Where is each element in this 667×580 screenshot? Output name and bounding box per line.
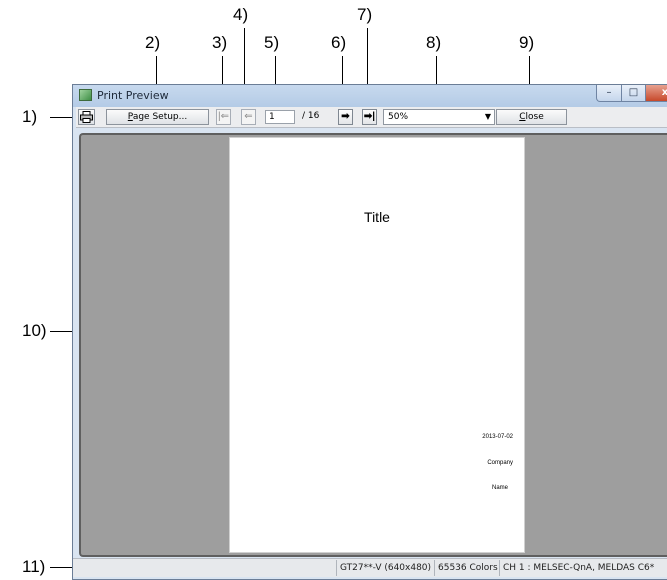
page-name: Name <box>491 485 508 491</box>
callout-label: 6) <box>331 33 347 52</box>
chevron-down-icon: ▼ <box>484 112 491 121</box>
preview-page: Title 2013-07-02 Company Name <box>229 137 525 553</box>
page-setup-button[interactable]: Page Setup... <box>106 109 209 125</box>
maximize-button[interactable]: □ <box>621 85 646 102</box>
page-number-input[interactable]: 1 <box>265 110 295 124</box>
title-bar[interactable]: Print Preview – □ x <box>73 85 667 107</box>
callout-label: 1) <box>22 107 38 126</box>
status-bar: GT27**-V (640x480) 65536 Colors CH 1 : M… <box>73 558 667 577</box>
zoom-value: 50% <box>388 112 409 122</box>
preview-area[interactable]: Title 2013-07-02 Company Name <box>79 133 667 557</box>
status-model: GT27**-V (640x480) <box>336 560 431 576</box>
callout-label: 3) <box>212 33 228 52</box>
callout-label: 5) <box>264 33 280 52</box>
zoom-select[interactable]: 50% ▼ <box>383 109 495 125</box>
first-page-button[interactable]: |⇐ <box>216 109 231 125</box>
toolbar: Page Setup... |⇐ ⇐ 1 / 16 ➡ ➡| 50% ▼ Clo… <box>76 107 667 128</box>
status-channel: CH 1 : MELSEC-QnA, MELDAS C6* <box>499 560 654 576</box>
page-company: Company <box>487 460 513 466</box>
callout-label: 9) <box>519 33 535 52</box>
last-page-icon: ➡| <box>363 111 376 122</box>
page-date: 2013-07-02 <box>482 434 513 440</box>
next-page-button[interactable]: ➡ <box>338 109 353 125</box>
previous-page-icon: ⇐ <box>244 111 253 122</box>
callout-leader <box>50 567 72 568</box>
next-page-icon: ➡ <box>341 111 350 122</box>
callout-label: 7) <box>357 5 373 24</box>
status-colors: 65536 Colors <box>434 560 498 576</box>
print-button[interactable] <box>78 109 95 125</box>
page-total: / 16 <box>302 111 320 121</box>
window-close-button[interactable]: x <box>645 85 667 102</box>
print-preview-window: Print Preview – □ x Page Setup... |⇐ ⇐ 1… <box>72 84 667 580</box>
minimize-button[interactable]: – <box>596 85 622 102</box>
callout-leader <box>50 117 72 118</box>
callout-label: 10) <box>22 321 47 340</box>
page-setup-label: age Setup... <box>132 112 188 122</box>
callout-label: 4) <box>233 5 249 24</box>
callout-label: 8) <box>426 33 442 52</box>
first-page-icon: |⇐ <box>218 111 229 122</box>
window-title: Print Preview <box>97 89 169 102</box>
page-title: Title <box>364 209 390 225</box>
previous-page-button[interactable]: ⇐ <box>241 109 256 125</box>
close-button[interactable]: Close <box>496 109 567 125</box>
last-page-button[interactable]: ➡| <box>362 109 377 125</box>
close-label: lose <box>525 112 544 122</box>
printer-icon <box>80 111 93 123</box>
app-icon <box>79 89 92 101</box>
callout-label: 2) <box>145 33 161 52</box>
callout-label: 11) <box>22 557 46 576</box>
